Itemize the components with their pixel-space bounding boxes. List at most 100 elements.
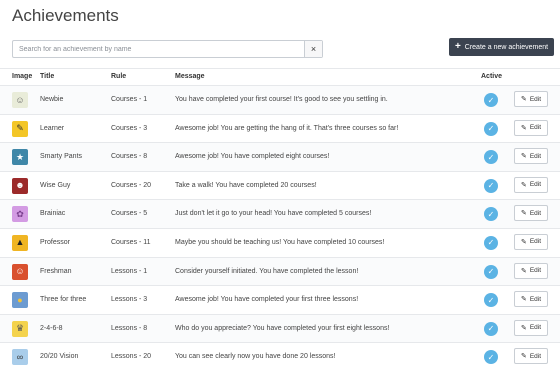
clear-search-button[interactable]: ×	[304, 41, 322, 57]
active-check-icon[interactable]: ✓	[484, 150, 498, 165]
active-check-icon[interactable]: ✓	[484, 264, 498, 279]
table-row[interactable]: ♛ 2-4-6-8 Lessons - 8 Who do you appreci…	[0, 313, 560, 343]
achievement-message: Awesome job! You are getting the hang of…	[175, 124, 399, 132]
page-title: Achievements	[12, 6, 119, 25]
column-header-active[interactable]: Active	[481, 73, 502, 80]
active-check-icon[interactable]: ✓	[484, 350, 498, 365]
active-check-icon[interactable]: ✓	[484, 235, 498, 250]
achievement-rule: Courses - 5	[111, 210, 148, 218]
achievement-message: You can see clearly now you have done 20…	[175, 353, 336, 361]
achievement-rule: Lessons - 3	[111, 296, 148, 304]
achievement-message: Just don't let it go to your head! You h…	[175, 210, 372, 218]
pencil-icon: ✎	[520, 324, 527, 332]
smarty-pants-icon: ★	[12, 149, 28, 166]
achievement-message: Maybe you should be teaching us! You hav…	[175, 238, 385, 246]
achievement-rule: Lessons - 8	[111, 324, 148, 332]
achievement-title: 2-4-6-8	[40, 324, 63, 332]
face-icon: ☺	[12, 92, 28, 108]
edit-label: Edit	[529, 267, 542, 275]
table-row[interactable]: ∞ 20/20 Vision Lessons - 20 You can see …	[0, 342, 560, 371]
edit-label: Edit	[529, 324, 542, 332]
wise-guy-icon: ☻	[12, 177, 28, 194]
achievement-rule: Courses - 3	[111, 124, 148, 132]
graduation-cap-icon: ▲	[12, 234, 28, 251]
achievement-message: Who do you appreciate? You have complete…	[175, 324, 390, 332]
table-row[interactable]: ▲ Professor Courses - 11 Maybe you shoul…	[0, 227, 560, 257]
achievement-rule: Courses - 11	[111, 238, 151, 246]
column-header-image[interactable]: Image	[12, 73, 32, 80]
achievement-rule: Lessons - 20	[111, 353, 152, 361]
edit-button[interactable]: ✎ Edit	[514, 291, 548, 308]
achievement-title: Newbie	[40, 96, 64, 103]
achievement-message: Take a walk! You have completed 20 cours…	[175, 181, 317, 189]
achievement-title: Professor	[40, 238, 70, 246]
achievement-message: Consider yourself initiated. You have co…	[175, 267, 359, 275]
active-check-icon[interactable]: ✓	[484, 121, 498, 136]
achievement-title: Three for three	[40, 296, 87, 304]
achievement-title: 20/20 Vision	[40, 353, 79, 361]
pencil-icon: ✎	[520, 181, 527, 189]
achievement-title: Brainiac	[40, 210, 66, 218]
pencil-icon: ✎	[520, 296, 527, 304]
toolbar: × + Create a new achievement	[0, 38, 560, 62]
achievement-rule: Courses - 1	[111, 96, 148, 103]
pencil-icon: ✎	[520, 238, 527, 246]
achievement-rule: Courses - 8	[111, 153, 148, 161]
search-input[interactable]	[13, 41, 304, 57]
create-achievement-button[interactable]: + Create a new achievement	[449, 38, 554, 56]
achievements-table: Image Title Rule Message Active ☺ Newbie…	[0, 68, 560, 371]
column-header-message[interactable]: Message	[175, 73, 205, 80]
pencil-icon: ✎	[520, 153, 527, 161]
edit-label: Edit	[529, 95, 542, 103]
edit-label: Edit	[529, 352, 542, 360]
edit-label: Edit	[529, 124, 542, 132]
table-body: ☺ Newbie Courses - 1 You have completed …	[0, 85, 560, 371]
achievement-title: Smarty Pants	[40, 153, 83, 161]
brain-icon: ✿	[12, 206, 28, 223]
edit-label: Edit	[529, 152, 542, 160]
active-check-icon[interactable]: ✓	[484, 293, 498, 308]
edit-button[interactable]: ✎ Edit	[514, 348, 548, 365]
trophy-icon: ♛	[12, 320, 28, 337]
edit-label: Edit	[529, 181, 542, 189]
table-row[interactable]: ★ Smarty Pants Courses - 8 Awesome job! …	[0, 142, 560, 171]
table-row[interactable]: ✿ Brainiac Courses - 5 Just don't let it…	[0, 199, 560, 228]
column-header-rule[interactable]: Rule	[111, 73, 126, 80]
active-check-icon[interactable]: ✓	[484, 321, 498, 336]
pencil-icon: ✎	[520, 210, 527, 218]
edit-label: Edit	[529, 295, 542, 303]
edit-button[interactable]: ✎ Edit	[514, 148, 548, 165]
achievement-title: Learner	[40, 124, 65, 132]
create-achievement-label: Create a new achievement	[464, 43, 549, 51]
pencil-icon: ✎	[520, 124, 527, 132]
active-check-icon[interactable]: ✓	[484, 207, 498, 222]
active-check-icon[interactable]: ✓	[484, 93, 498, 107]
achievement-rule: Courses - 20	[111, 181, 152, 189]
edit-button[interactable]: ✎ Edit	[514, 176, 548, 193]
edit-button[interactable]: ✎ Edit	[514, 119, 548, 136]
table-row[interactable]: ● Three for three Lessons - 3 Awesome jo…	[0, 285, 560, 314]
edit-button[interactable]: ✎ Edit	[514, 262, 548, 279]
achievement-title: Freshman	[40, 267, 72, 275]
achievement-message: You have completed your first course! It…	[175, 96, 388, 103]
glasses-icon: ∞	[12, 349, 28, 366]
pencil-icon: ✎	[520, 353, 527, 361]
search-box: ×	[12, 40, 323, 58]
three-for-three-icon: ●	[12, 292, 28, 309]
active-check-icon[interactable]: ✓	[484, 178, 498, 193]
achievement-title: Wise Guy	[40, 181, 71, 189]
table-row[interactable]: ☺ Freshman Lessons - 1 Consider yourself…	[0, 256, 560, 286]
pencil-icon: ✎	[520, 267, 527, 275]
page-header: Achievements	[0, 0, 560, 30]
table-row[interactable]: ☺ Newbie Courses - 1 You have completed …	[0, 85, 560, 114]
column-header-title[interactable]: Title	[40, 73, 54, 80]
freshman-icon: ☺	[12, 263, 28, 280]
achievement-message: Awesome job! You have completed eight co…	[175, 153, 330, 161]
edit-button[interactable]: ✎ Edit	[514, 319, 548, 336]
table-row[interactable]: ☻ Wise Guy Courses - 20 Take a walk! You…	[0, 170, 560, 200]
table-row[interactable]: ✎ Learner Courses - 3 Awesome job! You a…	[0, 113, 560, 143]
table-header: Image Title Rule Message Active	[0, 69, 560, 85]
edit-button[interactable]: ✎ Edit	[514, 205, 548, 222]
edit-button[interactable]: ✎ Edit	[514, 233, 548, 250]
edit-button[interactable]: ✎ Edit	[514, 91, 548, 107]
